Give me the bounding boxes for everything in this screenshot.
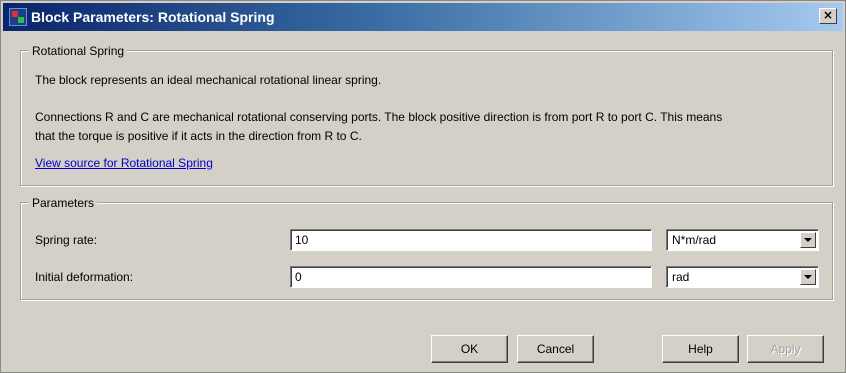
initial-deformation-unit-value: rad [672, 270, 690, 284]
initial-deformation-unit-select[interactable]: rad [666, 266, 819, 288]
window-title: Block Parameters: Rotational Spring [31, 9, 275, 25]
cancel-button[interactable]: Cancel [517, 335, 594, 363]
title-bar[interactable]: Block Parameters: Rotational Spring × [3, 3, 843, 31]
view-source-link[interactable]: View source for Rotational Spring [35, 155, 213, 171]
chevron-down-icon[interactable] [800, 232, 816, 248]
description-group-label: Rotational Spring [29, 43, 128, 59]
chevron-down-icon[interactable] [800, 269, 816, 285]
initial-deformation-label: Initial deformation: [35, 270, 134, 284]
spring-rate-label: Spring rate: [35, 233, 98, 247]
close-icon: × [822, 8, 834, 22]
parameters-group-label: Parameters [29, 195, 98, 211]
description-line-1: The block represents an ideal mechanical… [35, 73, 382, 87]
parameters-group: Parameters Spring rate: 10 N*m/rad Initi… [20, 195, 833, 300]
apply-button[interactable]: Apply [747, 335, 824, 363]
spring-rate-unit-value: N*m/rad [672, 233, 717, 247]
dialog-window: Block Parameters: Rotational Spring × Ro… [0, 0, 846, 373]
initial-deformation-input[interactable]: 0 [290, 266, 652, 288]
app-icon [9, 8, 27, 26]
help-button[interactable]: Help [662, 335, 739, 363]
description-group: Rotational Spring The block represents a… [20, 43, 833, 186]
spring-rate-unit-select[interactable]: N*m/rad [666, 229, 819, 251]
close-button[interactable]: × [819, 8, 837, 24]
ok-button[interactable]: OK [431, 335, 508, 363]
description-line-2: Connections R and C are mechanical rotat… [35, 110, 723, 124]
description-line-3: that the torque is positive if it acts i… [35, 129, 362, 143]
spring-rate-input[interactable]: 10 [290, 229, 652, 251]
